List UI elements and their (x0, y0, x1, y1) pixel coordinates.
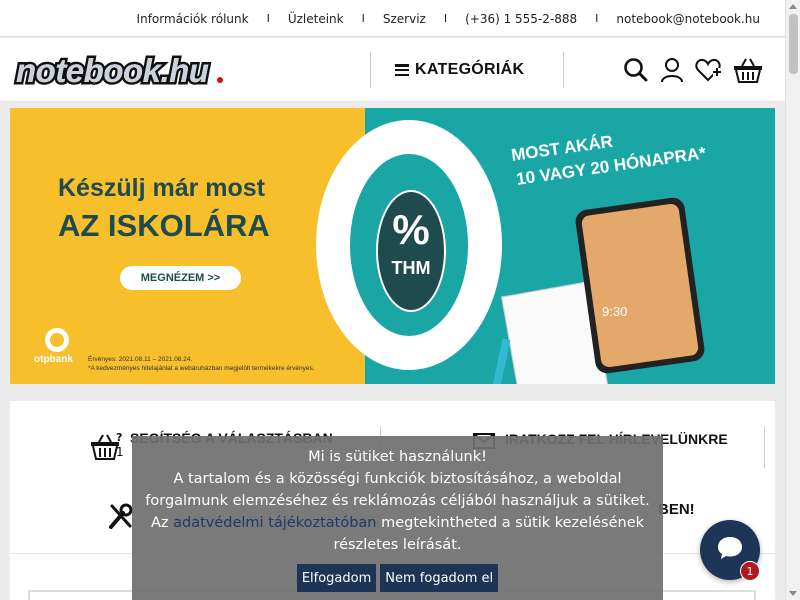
search-icon[interactable] (623, 57, 649, 87)
svg-text:?: ? (116, 431, 122, 444)
link-phone[interactable]: (+36) 1 555-2-888 (465, 12, 577, 26)
header-divider (370, 52, 371, 88)
chat-bubble-icon (716, 535, 744, 565)
promo-banner[interactable]: Készülj már most AZ ISKOLÁRA MEGNÉZEM >>… (10, 108, 775, 384)
svg-text:notebook.hu: notebook.hu (16, 54, 209, 88)
help-subtitle: 1 (116, 445, 124, 459)
page-scrollbar[interactable] (785, 0, 800, 600)
logo-graphic: notebook.hu notebook.hu (14, 54, 223, 88)
separator: I (595, 12, 599, 25)
link-service[interactable]: Szerviz (383, 12, 426, 26)
otpbank-logo: otpbank (34, 328, 73, 365)
separator: I (266, 12, 270, 25)
link-stores[interactable]: Üzleteink (288, 12, 344, 26)
separator: I (361, 12, 365, 25)
service-tools-icon (108, 502, 134, 534)
cookie-decline-button[interactable]: Nem fogadom el (380, 564, 499, 592)
cookie-buttons: Elfogadom Nem fogadom el (132, 564, 663, 592)
scroll-up-arrow-icon[interactable] (789, 4, 797, 9)
tablet-illustration (574, 196, 706, 375)
scrollbar-thumb[interactable] (789, 14, 798, 74)
cookie-text: A tartalom és a közösségi funkciók bizto… (145, 471, 650, 509)
cookie-text-post: megtekintheted a sütik kezelésének részl… (333, 515, 645, 553)
percent-sign: % (392, 206, 430, 253)
info-divider (764, 426, 765, 468)
top-info-bar: Információk rólunk I Üzleteink I Szerviz… (0, 0, 785, 37)
wishlist-heart-plus-icon[interactable] (695, 57, 723, 87)
header-divider (563, 52, 564, 88)
separator: I (443, 12, 448, 25)
chat-notification-badge: 1 (740, 561, 760, 581)
scroll-down-arrow-icon[interactable] (789, 591, 797, 596)
site-header: notebook.hu notebook.hu KATEGÓRIÁK (0, 38, 785, 102)
site-logo[interactable]: notebook.hu notebook.hu (12, 54, 290, 88)
thm-label: THM (391, 258, 431, 278)
otpbank-mark-icon (45, 328, 69, 352)
link-about-us[interactable]: Információk rólunk (137, 12, 249, 26)
top-links: Információk rólunk I Üzleteink I Szerviz… (137, 0, 760, 37)
link-email[interactable]: notebook@notebook.hu (616, 12, 760, 26)
banner-footnote: *A kedvezményes hitelajánlat a webáruház… (88, 365, 315, 372)
banner-cta-button[interactable]: MEGNÉZEM >> (120, 266, 241, 290)
user-icon[interactable] (659, 57, 685, 87)
cookie-text-pre: Az (150, 515, 169, 531)
cookie-accept-button[interactable]: Elfogadom (296, 564, 377, 592)
privacy-policy-link[interactable]: adatvédelmi tájékoztatóban (173, 515, 376, 531)
cookie-privacy-text: Az adatvédelmi tájékoztatóban megtekinth… (140, 512, 655, 556)
banner-validity: Érvényes: 2021.08.11 – 2021.08.24. (88, 356, 193, 363)
banner-headline-2: AZ ISKOLÁRA (58, 208, 270, 243)
cart-basket-icon[interactable] (733, 56, 763, 88)
service-title[interactable]: BEN! (658, 501, 695, 518)
tablet-time: 9:30 (602, 304, 628, 319)
header-icons (613, 56, 763, 88)
categories-menu-button[interactable]: KATEGÓRIÁK (395, 58, 524, 82)
cookie-title: Mi is sütiket használunk! (308, 449, 487, 465)
otpbank-name: otpbank (34, 354, 73, 365)
banner-headline-1: Készülj már most (58, 174, 266, 202)
hamburger-icon (395, 64, 409, 76)
categories-label: KATEGÓRIÁK (415, 61, 525, 78)
cookie-consent-dialog: Mi is sütiket használunk! A tartalom és … (132, 436, 663, 600)
